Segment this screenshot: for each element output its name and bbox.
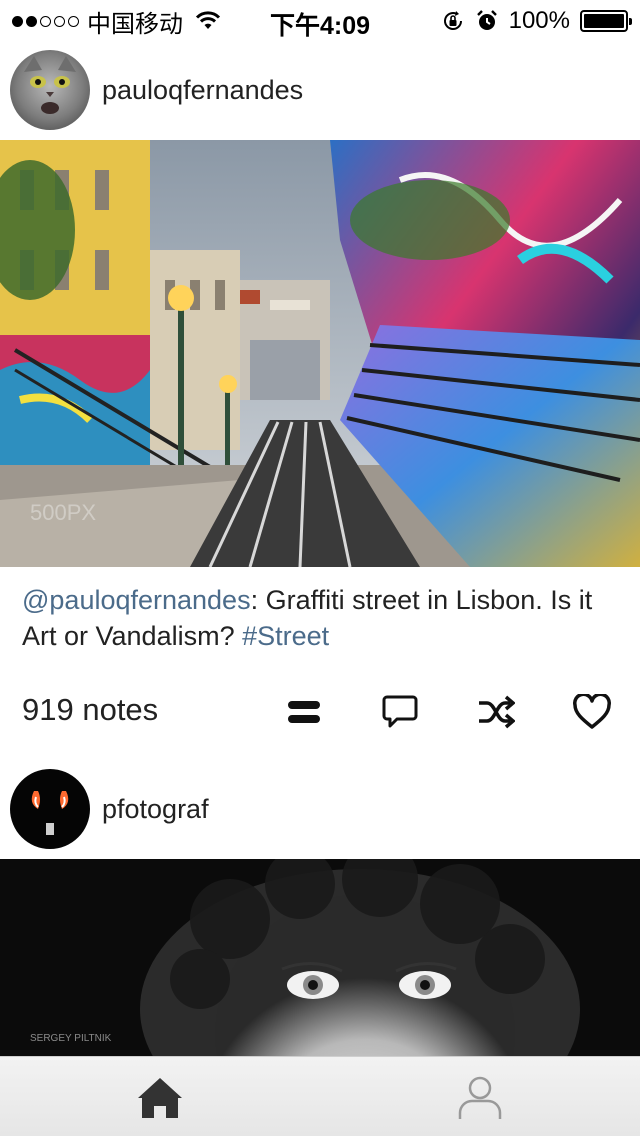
dark-horns-picture [31, 791, 69, 835]
cat-face-picture [24, 56, 76, 114]
battery-icon [580, 10, 632, 32]
svg-text:500PX: 500PX [30, 500, 96, 525]
graffiti-street-picture: 500PX [0, 140, 640, 567]
caption-hashtag-link[interactable]: #Street [242, 621, 329, 651]
photo-watermark: SERGEY PILTNIK [30, 1033, 112, 1044]
post-photo[interactable]: 500PX [0, 140, 640, 567]
comment-icon[interactable] [380, 692, 420, 732]
battery-percent: 100% [508, 7, 570, 34]
status-bar: 中国移动 下午4:09 100% [0, 0, 640, 40]
rotation-lock-icon [443, 11, 462, 30]
notes-count[interactable]: 919 notes [22, 692, 158, 728]
alarm-icon [476, 10, 497, 30]
avatar[interactable] [10, 50, 90, 130]
post-caption: @pauloqfernandes: Graffiti street in Lis… [22, 582, 622, 654]
caption-mention-link[interactable]: @pauloqfernandes [22, 585, 251, 615]
reblog-equals-icon[interactable] [284, 692, 324, 732]
post-username[interactable]: pauloqfernandes [102, 75, 303, 106]
status-right: 100% [441, 7, 632, 35]
post-photo[interactable]: SERGEY PILTNIK [0, 859, 640, 1056]
post-actions: 919 notes [0, 684, 640, 740]
tab-bar [0, 1056, 640, 1136]
heart-icon[interactable] [572, 692, 612, 732]
shuffle-icon[interactable] [476, 692, 516, 732]
post-header: pauloqfernandes [0, 40, 640, 140]
post-header: pfotograf [0, 759, 640, 859]
post-username[interactable]: pfotograf [102, 794, 209, 825]
profile-icon[interactable] [455, 1073, 505, 1123]
caption-separator: : [250, 585, 259, 615]
avatar[interactable] [10, 769, 90, 849]
battery-fill [584, 14, 624, 28]
portrait-picture: SERGEY PILTNIK [0, 859, 640, 1056]
home-icon[interactable] [135, 1073, 185, 1123]
